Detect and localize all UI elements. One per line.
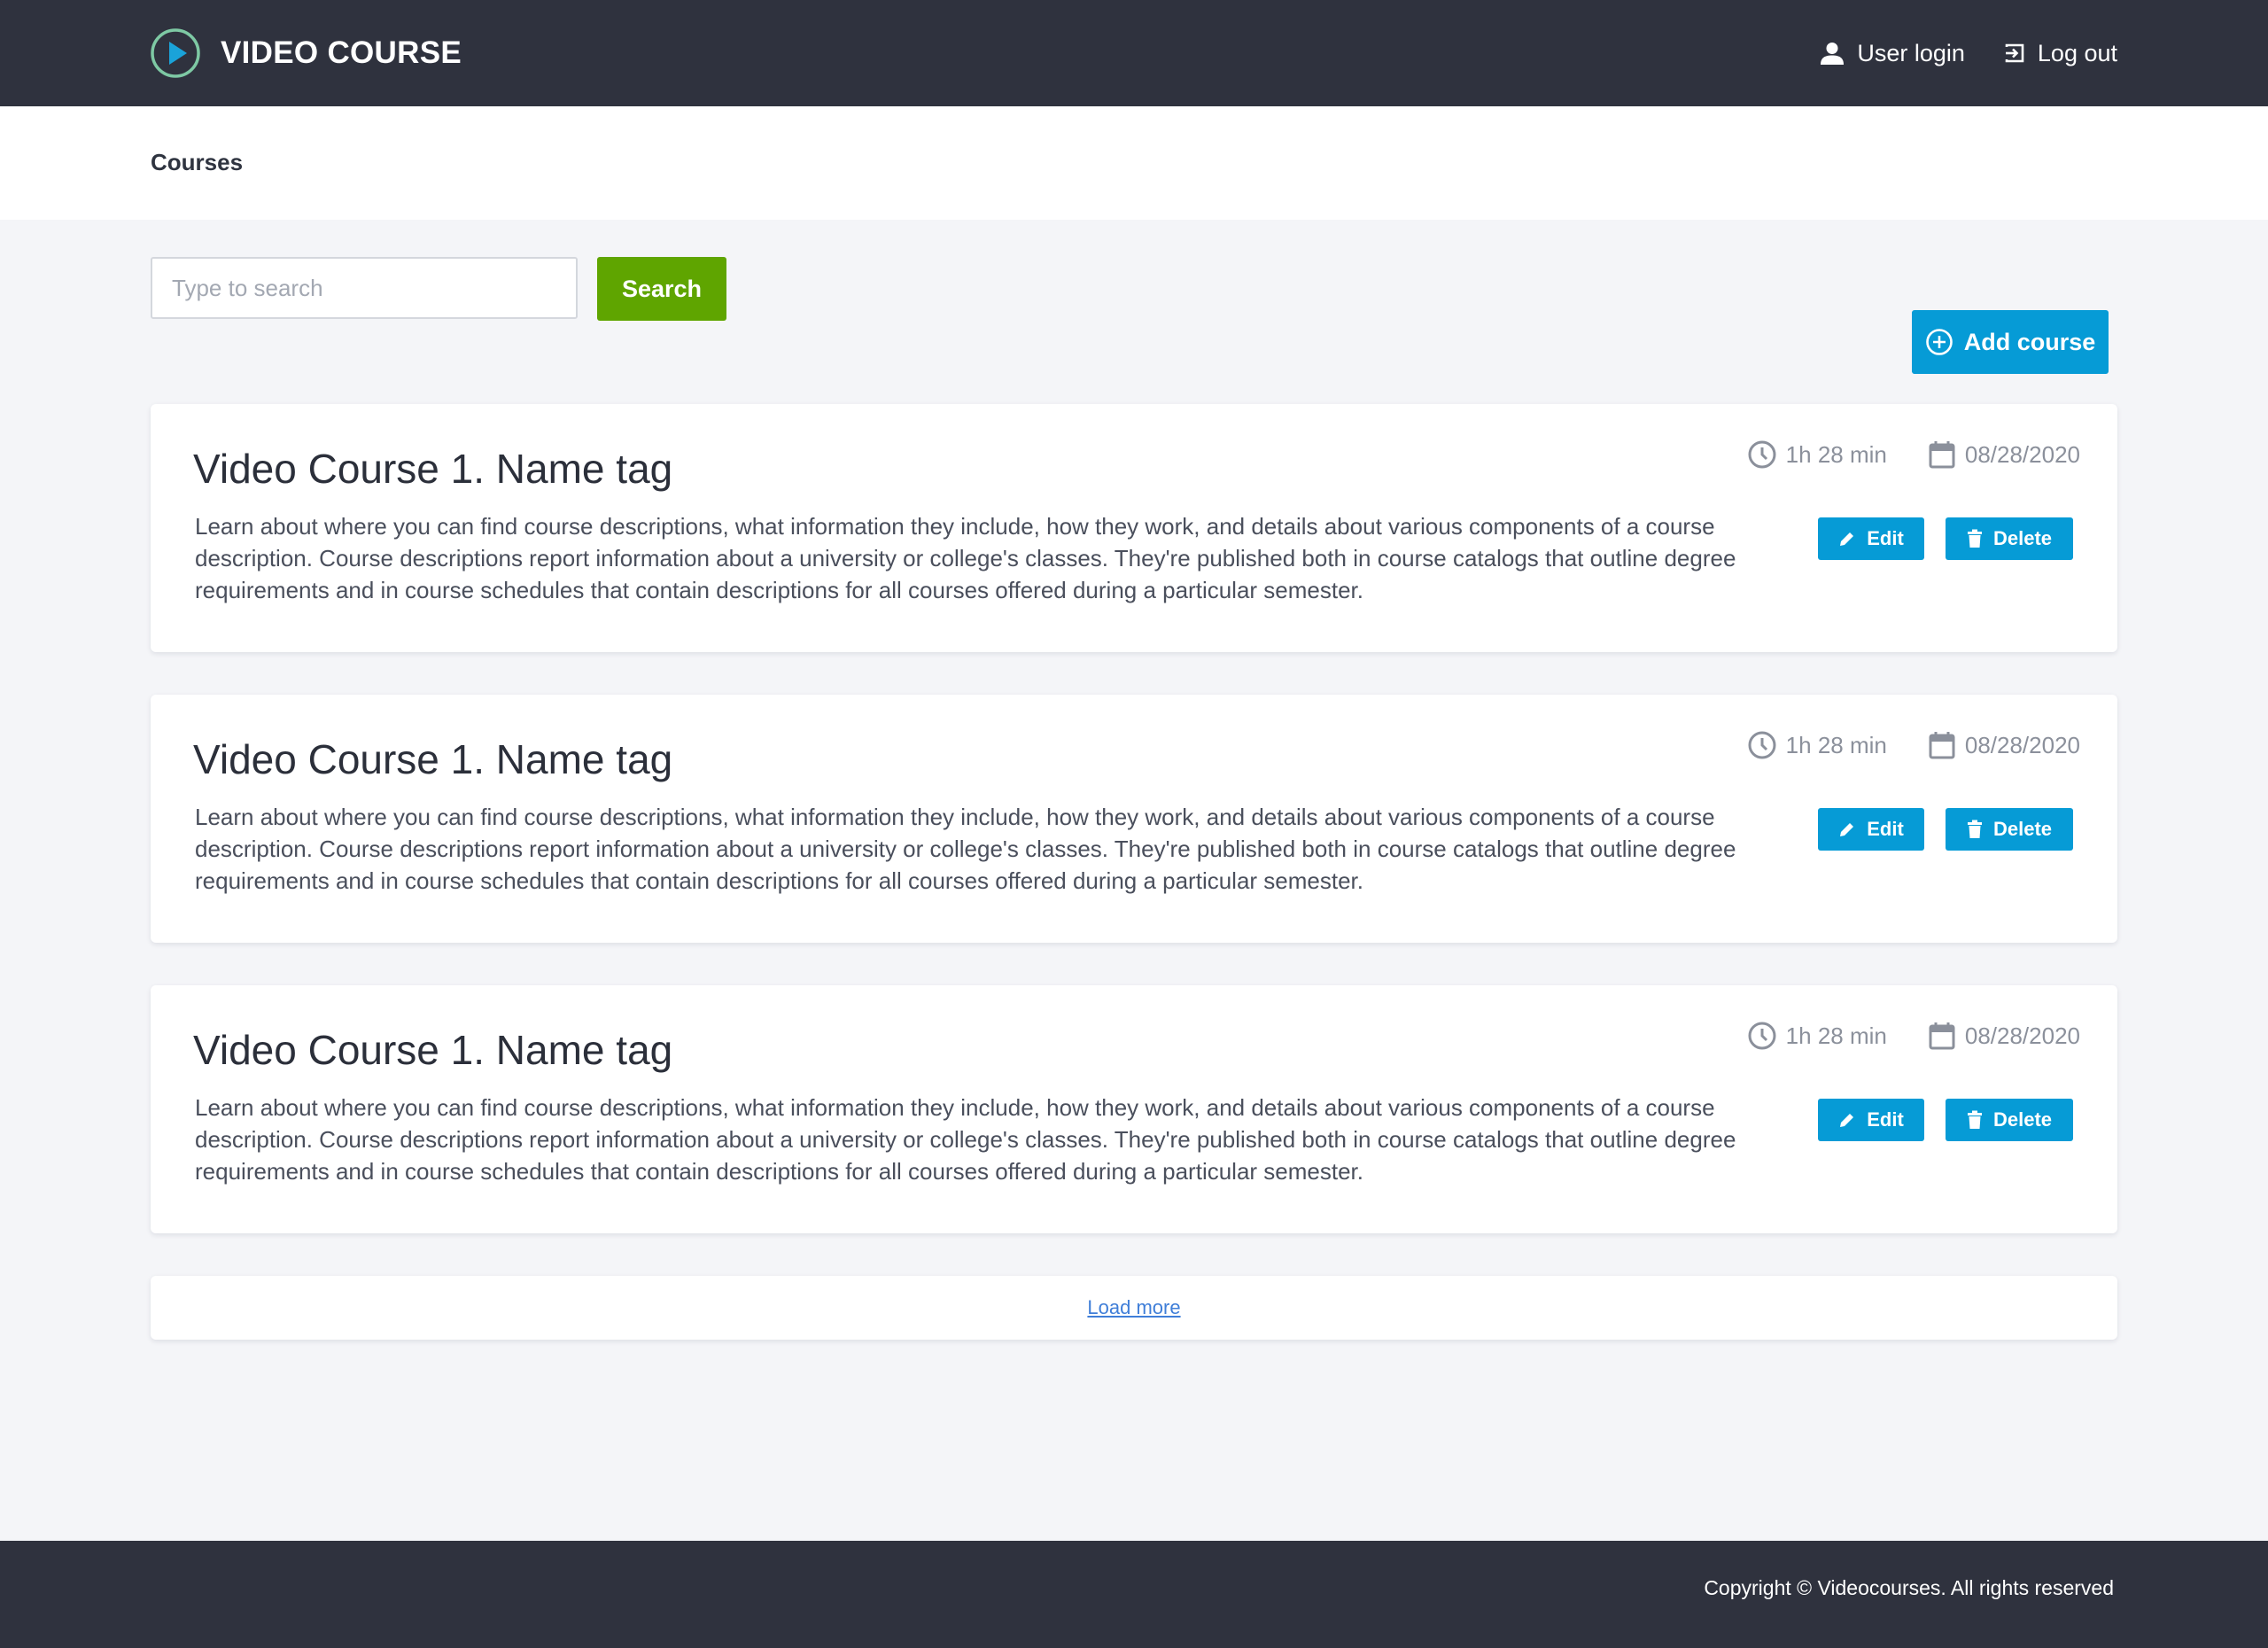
course-meta: 1h 28 min 08/28/2020 bbox=[1747, 439, 2080, 470]
plus-circle-icon bbox=[1925, 329, 1953, 355]
add-course-button[interactable]: Add course bbox=[1912, 310, 2109, 374]
play-circle-icon bbox=[151, 28, 200, 78]
course-card: Video Course 1. Name tag 1h 28 min 08/28… bbox=[151, 404, 2117, 652]
logout-link[interactable]: Log out bbox=[2004, 40, 2117, 67]
load-more-bar: Load more bbox=[151, 1276, 2117, 1340]
clock-icon bbox=[1748, 731, 1776, 759]
course-duration: 1h 28 min bbox=[1747, 439, 1887, 470]
course-date: 08/28/2020 bbox=[1928, 1021, 2080, 1051]
edit-button[interactable]: Edit bbox=[1818, 517, 1924, 560]
delete-label: Delete bbox=[1992, 1108, 2053, 1131]
delete-label: Delete bbox=[1992, 527, 2053, 549]
course-meta: 1h 28 min 08/28/2020 bbox=[1747, 730, 2080, 760]
trash-icon bbox=[1967, 820, 1982, 838]
course-title: Video Course 1. Name tag bbox=[193, 446, 673, 492]
calendar-icon bbox=[1929, 732, 1955, 759]
add-course-label: Add course bbox=[1963, 328, 2096, 355]
course-duration: 1h 28 min bbox=[1747, 1021, 1887, 1051]
course-duration-text: 1h 28 min bbox=[1785, 440, 1887, 468]
course-card: Video Course 1. Name tag 1h 28 min 08/28… bbox=[151, 985, 2117, 1233]
course-description: Learn about where you can find course de… bbox=[195, 513, 1736, 603]
edit-button[interactable]: Edit bbox=[1818, 808, 1924, 851]
course-duration: 1h 28 min bbox=[1747, 730, 1887, 760]
course-date: 08/28/2020 bbox=[1928, 439, 2080, 470]
brand-title: VIDEO COURSE bbox=[221, 35, 462, 70]
course-duration-text: 1h 28 min bbox=[1785, 731, 1887, 758]
delete-button[interactable]: Delete bbox=[1946, 808, 2073, 851]
calendar-icon bbox=[1929, 441, 1955, 469]
header-nav: User login Log out bbox=[1820, 27, 2117, 80]
trash-icon bbox=[1967, 1110, 1982, 1129]
delete-button[interactable]: Delete bbox=[1946, 1099, 2073, 1141]
course-date-text: 08/28/2020 bbox=[1964, 440, 2080, 468]
footer: Copyright © Videocourses. All rights res… bbox=[0, 1541, 2268, 1648]
course-date-text: 08/28/2020 bbox=[1964, 1022, 2080, 1049]
edit-label: Edit bbox=[1867, 1108, 1904, 1131]
edit-button[interactable]: Edit bbox=[1818, 1099, 1924, 1141]
logout-label: Log out bbox=[2037, 39, 2117, 66]
user-login-link[interactable]: User login bbox=[1820, 40, 1965, 67]
course-meta: 1h 28 min 08/28/2020 bbox=[1747, 1021, 2080, 1051]
copyright-text: Copyright © Videocourses. All rights res… bbox=[1704, 1576, 2114, 1599]
edit-label: Edit bbox=[1867, 527, 1904, 549]
delete-label: Delete bbox=[1992, 818, 2053, 840]
trash-icon bbox=[1967, 529, 1982, 548]
course-duration-text: 1h 28 min bbox=[1785, 1022, 1887, 1049]
course-date-text: 08/28/2020 bbox=[1964, 731, 2080, 758]
brand-link[interactable]: VIDEO COURSE bbox=[150, 27, 462, 80]
load-more-link[interactable]: Load more bbox=[1087, 1276, 1180, 1340]
edit-label: Edit bbox=[1867, 818, 1904, 840]
course-actions: Edit Delete bbox=[1818, 1099, 2073, 1141]
course-actions: Edit Delete bbox=[1818, 517, 2073, 560]
course-title: Video Course 1. Name tag bbox=[193, 1027, 673, 1073]
pencil-icon bbox=[1840, 823, 1854, 836]
breadcrumb-current: Courses bbox=[151, 149, 244, 175]
search-button[interactable]: Search bbox=[597, 257, 726, 321]
course-description: Learn about where you can find course de… bbox=[195, 804, 1736, 894]
breadcrumb: Courses bbox=[0, 106, 2268, 220]
pencil-icon bbox=[1840, 1114, 1854, 1127]
top-navbar: VIDEO COURSE User login Log out bbox=[0, 0, 2268, 106]
course-card: Video Course 1. Name tag 1h 28 min 08/28… bbox=[151, 695, 2117, 943]
course-actions: Edit Delete bbox=[1818, 808, 2073, 851]
delete-button[interactable]: Delete bbox=[1946, 517, 2073, 560]
course-title: Video Course 1. Name tag bbox=[193, 736, 673, 782]
course-description: Learn about where you can find course de… bbox=[195, 1094, 1736, 1185]
logout-icon bbox=[2005, 43, 2024, 63]
user-icon bbox=[1821, 43, 1845, 65]
course-date: 08/28/2020 bbox=[1928, 730, 2080, 760]
clock-icon bbox=[1748, 440, 1776, 469]
user-login-label: User login bbox=[1857, 39, 1965, 66]
calendar-icon bbox=[1929, 1022, 1955, 1050]
clock-icon bbox=[1748, 1022, 1776, 1050]
pencil-icon bbox=[1840, 532, 1854, 546]
search-input[interactable] bbox=[151, 257, 578, 319]
